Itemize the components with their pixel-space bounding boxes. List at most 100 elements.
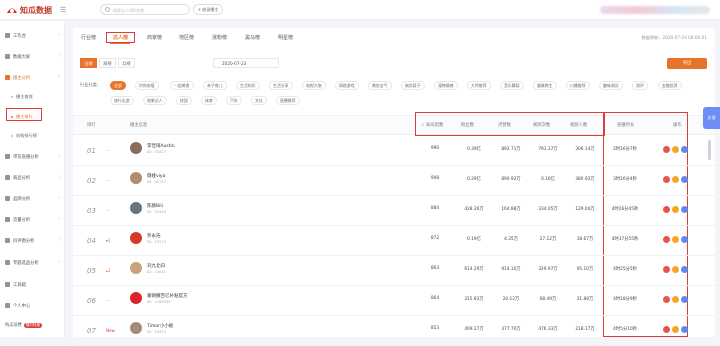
industry-chip[interactable]: 旅行出游	[110, 96, 134, 105]
favorite-icon[interactable]	[663, 206, 670, 213]
streamer-name[interactable]: 蒙刚撤百亿补贴官方	[147, 293, 188, 299]
detail-icon[interactable]	[681, 326, 688, 333]
streamer-name[interactable]: 罗永浩	[147, 233, 161, 239]
industry-chip[interactable]: 全部	[110, 81, 126, 90]
industry-chip[interactable]: 网络游戏	[335, 81, 359, 90]
industry-chip[interactable]: 美妆宝气	[368, 81, 392, 90]
table-row[interactable]: 02 — 薇娅viya ID：32727 908 0.29亿 890.92万 0.16亿 380…	[73, 166, 715, 196]
streamer-name[interactable]: Timor小小板	[147, 323, 173, 329]
industry-chip[interactable]: 生活分享	[269, 81, 293, 90]
tab[interactable]: 行业榜	[81, 34, 96, 41]
favorite-icon[interactable]	[663, 266, 670, 273]
industry-chip[interactable]: 生活知识	[236, 81, 260, 90]
feedback-float-button[interactable]: 反馈	[703, 107, 720, 129]
detail-icon[interactable]	[681, 266, 688, 273]
streamer-name[interactable]: 李佳琦Austin	[147, 143, 175, 149]
user-info-blurred[interactable]	[600, 6, 710, 14]
period-button[interactable]: 月榜	[118, 58, 135, 68]
analysis-icon[interactable]	[672, 266, 679, 273]
tab[interactable]: 涨粉榜	[212, 34, 227, 41]
vip-purchase[interactable]: 购买续费 限时特惠	[5, 322, 43, 328]
industry-chip[interactable]: 效果达人	[143, 96, 167, 105]
sidebar-item[interactable]: 播主分析 ›	[0, 73, 65, 83]
search-input[interactable]: 搜索达人/ID/名称	[100, 4, 190, 15]
menu-toggle-icon[interactable]: ☰	[60, 6, 66, 14]
update-time: 数据更新：2020-07-24 08:00:01	[641, 35, 707, 40]
tab[interactable]: 明星榜	[278, 34, 293, 41]
favorite-icon[interactable]	[663, 146, 670, 153]
streamer-name[interactable]: 刘九北归	[147, 263, 165, 269]
industry-chip[interactable]: 文化	[251, 96, 267, 105]
export-button[interactable]: 导出	[667, 58, 707, 69]
industry-chip[interactable]: 时尚穿搭	[135, 81, 159, 90]
industry-chip[interactable]: 亲子育儿	[203, 81, 227, 90]
industry-chip[interactable]: 汽车	[226, 96, 242, 105]
scrollbar[interactable]	[708, 140, 711, 160]
avatar[interactable]	[130, 292, 142, 304]
avatar[interactable]	[130, 232, 142, 244]
favorite-icon[interactable]	[663, 236, 670, 243]
analysis-icon[interactable]	[672, 146, 679, 153]
industry-chip[interactable]: 趣味测试	[599, 81, 623, 90]
sidebar-item[interactable]: 流量分析 ›	[0, 215, 65, 225]
tab[interactable]: 黑马榜	[245, 34, 260, 41]
sidebar-item[interactable]: 专题选品分析 ›	[0, 258, 65, 268]
detail-icon[interactable]	[681, 146, 688, 153]
industry-chip[interactable]: 搞笑段子	[401, 81, 425, 90]
avatar[interactable]	[130, 322, 142, 334]
sidebar-subitem[interactable]: 播主查找	[0, 92, 65, 102]
detail-icon[interactable]	[681, 296, 688, 303]
industry-chip[interactable]: 口播推荐	[566, 81, 590, 90]
avatar[interactable]	[130, 142, 142, 154]
tab[interactable]: 商家榜	[147, 34, 162, 41]
sidebar-item[interactable]: 数据大屏 ›	[0, 52, 65, 62]
table-row[interactable]: 04 ▾1 罗永浩 ID：19173 872 0.19亿 4.35万 27.12万 18.67万…	[73, 226, 715, 256]
table-row[interactable]: 03 — 陈赫Bili ID：30143 884 428.26万 164.88万 334.05…	[73, 196, 715, 226]
industry-chip[interactable]: 音乐舞蹈	[500, 81, 524, 90]
industry-chip[interactable]: 校园	[176, 96, 192, 105]
period-button[interactable]: 周榜	[99, 58, 116, 68]
industry-chip[interactable]: 直播推荐	[276, 96, 300, 105]
detail-icon[interactable]	[681, 236, 688, 243]
analysis-icon[interactable]	[672, 236, 679, 243]
streamer-name[interactable]: 陈赫Bili	[147, 203, 163, 209]
sidebar-item[interactable]: 工具箱	[0, 280, 65, 290]
period-button[interactable]: 日榜	[80, 58, 97, 68]
analysis-icon[interactable]	[672, 296, 679, 303]
industry-chip[interactable]: 体育	[201, 96, 217, 105]
favorite-icon[interactable]	[663, 326, 670, 333]
streamer-name[interactable]: 薇娅viya	[147, 173, 165, 179]
sidebar-item[interactable]: 个人中心	[0, 301, 65, 311]
avatar[interactable]	[130, 262, 142, 274]
detail-icon[interactable]	[681, 176, 688, 183]
sidebar-item[interactable]: 商品分析 ›	[0, 173, 65, 183]
sidebar-item[interactable]: 带货直播分析 ›	[0, 152, 65, 162]
industry-chip[interactable]: 测评	[632, 81, 648, 90]
date-picker[interactable]: 2020-07-23	[213, 58, 279, 68]
industry-chip[interactable]: 电视大咖	[302, 81, 326, 90]
tab[interactable]: 达人榜	[113, 34, 128, 41]
avatar[interactable]	[130, 202, 142, 214]
detail-icon[interactable]	[681, 206, 688, 213]
favorite-icon[interactable]	[663, 176, 670, 183]
industry-chip[interactable]: 健康养生	[533, 81, 557, 90]
analysis-icon[interactable]	[672, 326, 679, 333]
analysis-icon[interactable]	[672, 206, 679, 213]
table-row[interactable]: 06 — 蒙刚撤百亿补贴官方 ID：1189934 864 315.83万 20.12万 68…	[73, 286, 715, 316]
industry-chip[interactable]: 宠物情感	[434, 81, 458, 90]
sidebar-item[interactable]: 工作台 ›	[0, 31, 65, 41]
table-row[interactable]: 07 New Timor小小板 ID：16373 853 409.27万 377.70万 47…	[73, 316, 715, 346]
sidebar-item[interactable]: 抖评图分析 ›	[0, 236, 65, 246]
sidebar-subitem[interactable]: 机构排行榜	[0, 131, 65, 141]
industry-chip[interactable]: 大师推荐	[467, 81, 491, 90]
analysis-icon[interactable]	[672, 176, 679, 183]
table-row[interactable]: 05 ▴1 刘九北归 ID：23041 863 614.29万 914.10万 329.97万…	[73, 256, 715, 286]
favorite-icon[interactable]	[663, 296, 670, 303]
tab[interactable]: 地区榜	[179, 34, 194, 41]
avatar[interactable]	[130, 172, 142, 184]
table-row[interactable]: 01 — 李佳琦Austin ID：33417 990 0.39亿 892.71万 791.3…	[73, 136, 715, 166]
industry-chip[interactable]: 一起美食	[170, 81, 194, 90]
sidebar-item[interactable]: 品牌分析 ›	[0, 194, 65, 204]
industry-chip[interactable]: 金融投资	[658, 81, 682, 90]
collect-button[interactable]: + 收录播主	[193, 4, 223, 15]
